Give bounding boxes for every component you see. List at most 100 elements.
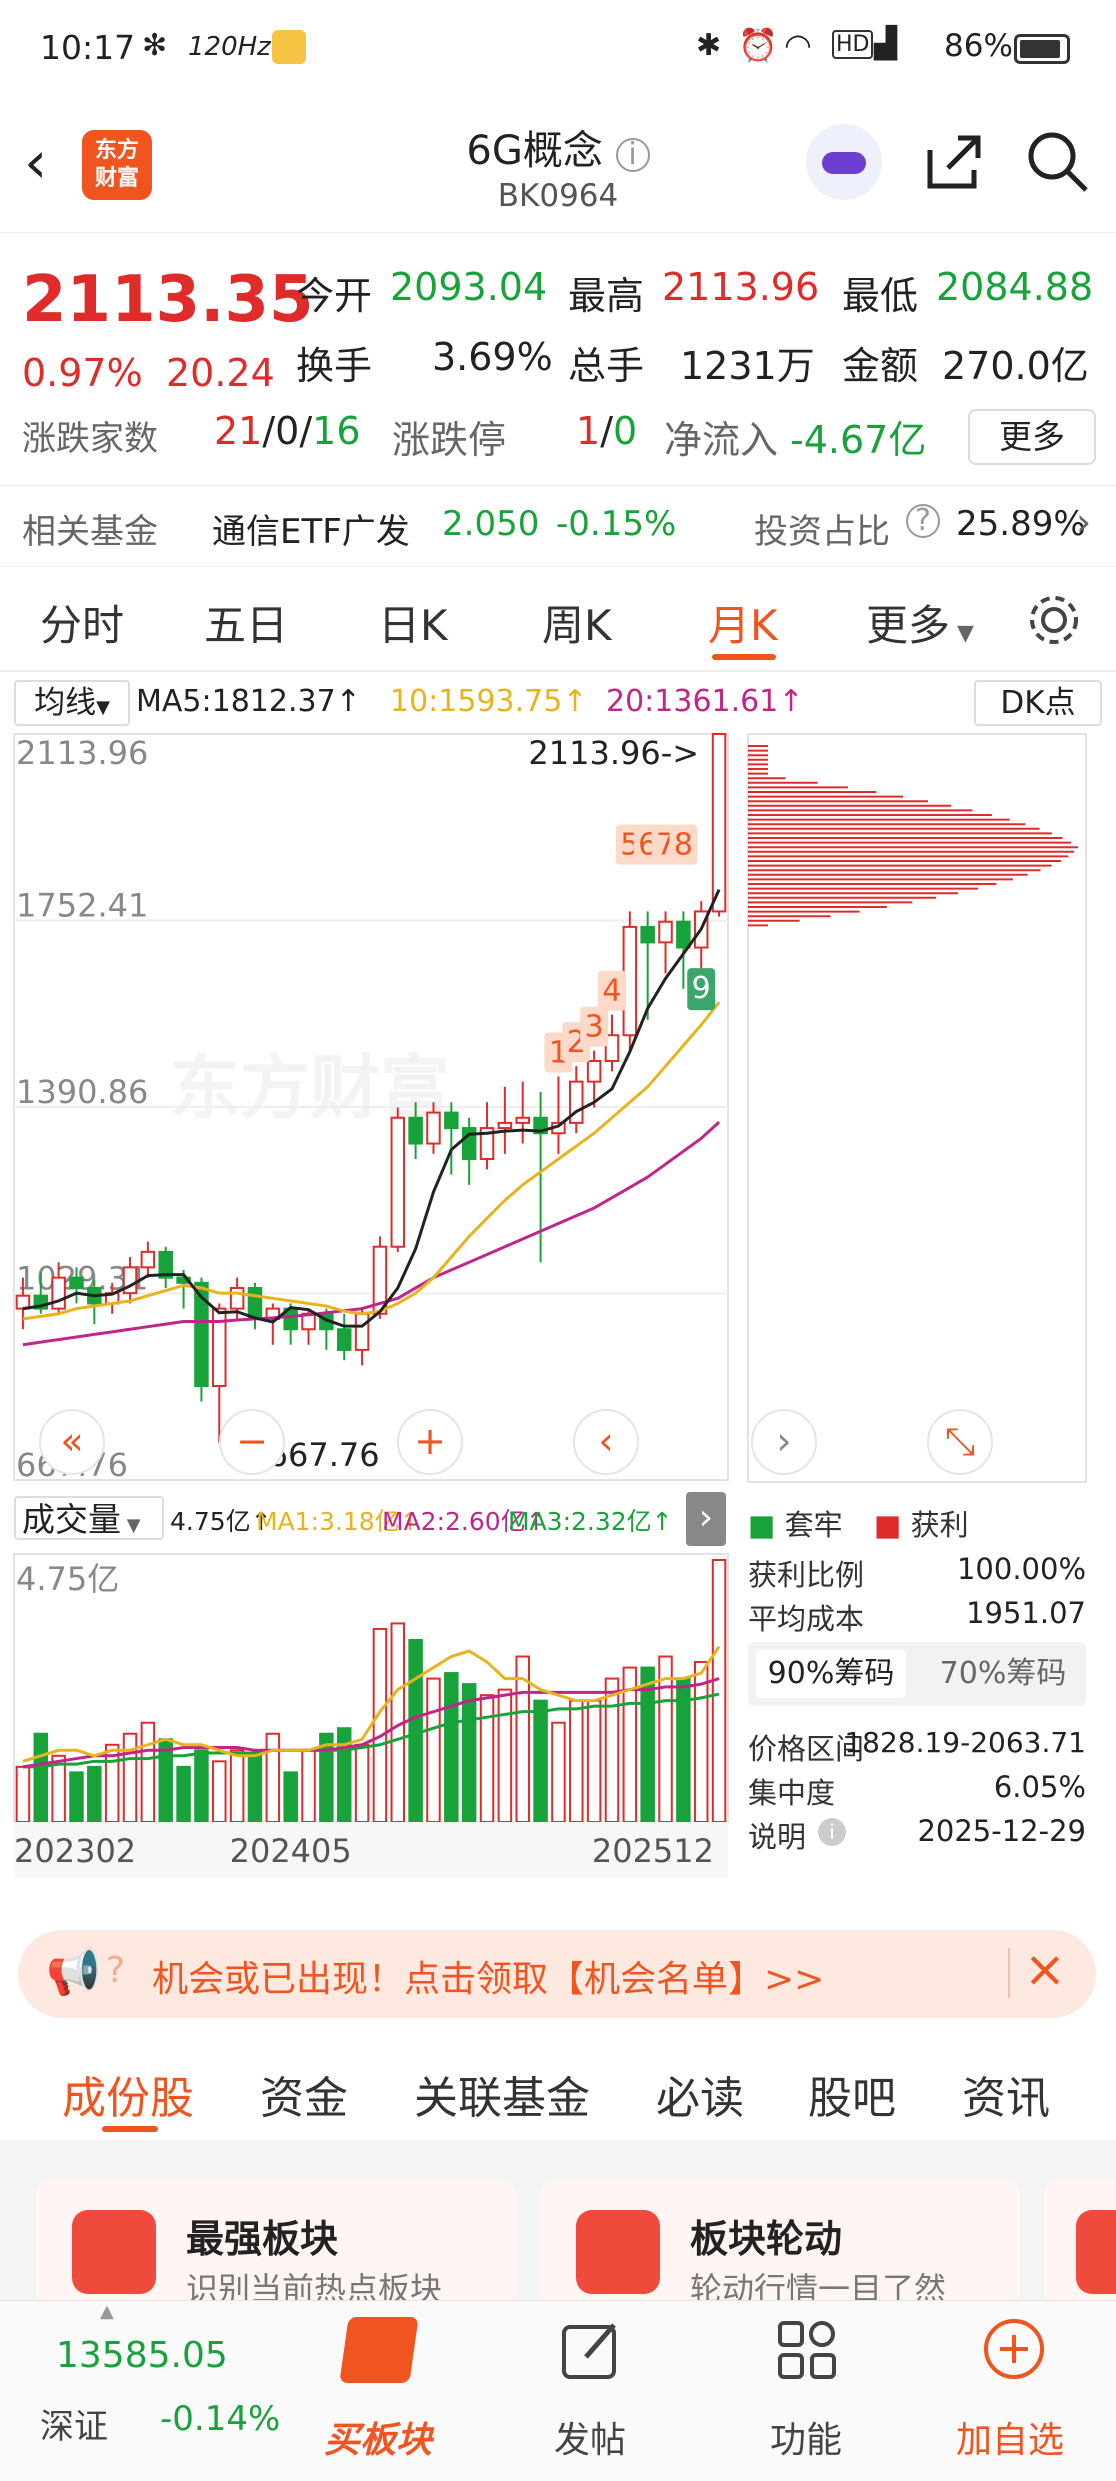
alarm-icon: ⏰ [738, 26, 778, 64]
plus-circle-icon [984, 2319, 1044, 2379]
tab-funds-flow[interactable]: 资金 [260, 2062, 348, 2126]
fullscreen-icon[interactable]: ⤡ [945, 1419, 975, 1463]
buy-sector-button[interactable]: 买板块 [320, 2301, 440, 2481]
vol-ma2-text: MA2:2.60亿 [382, 1507, 526, 1536]
index-pct[interactable]: -0.14% [160, 2399, 280, 2439]
y-tick-label: 2113.96 [16, 734, 148, 772]
chevron-right-icon[interactable]: › [776, 1419, 791, 1463]
candle-body [51, 1276, 66, 1310]
search-icon[interactable] [1024, 128, 1090, 194]
amount-label: 金额 [842, 344, 919, 388]
dk-label: DK点 [1000, 685, 1076, 721]
volume-bar [479, 1694, 495, 1823]
tab-must-read[interactable]: 必读 [656, 2062, 744, 2126]
trap-label: 套牢 [784, 1508, 843, 1542]
dk-point-button[interactable]: DK点 [974, 680, 1102, 726]
low-label: 最低 [842, 274, 919, 318]
close-icon[interactable]: × [1024, 1940, 1066, 1998]
candle-body [444, 1111, 459, 1130]
volume-bar [354, 1743, 370, 1823]
ma5-text: MA5:1812.37 [136, 684, 336, 719]
tab-daily-k[interactable]: 日K [378, 592, 448, 653]
ma-type-dropdown[interactable]: 均线▼ [14, 680, 130, 726]
volume-bar [194, 1749, 209, 1823]
candle-body [515, 1116, 530, 1124]
index-name[interactable]: 深证 [40, 2399, 108, 2448]
settings-icon[interactable] [1024, 590, 1084, 650]
chevron-left-icon[interactable]: ‹ [598, 1419, 613, 1463]
volume-bar [444, 1672, 459, 1823]
limit-up-count: 1 [576, 409, 601, 453]
candle-body [497, 1121, 513, 1130]
candle-body [711, 733, 727, 913]
chip-tab-bar: 90%筹码 70%筹码 [748, 1642, 1086, 1706]
flat-count: 0 [275, 409, 300, 453]
netflow-value: -4.67亿 [790, 418, 927, 462]
opportunity-banner[interactable]: 📢 ? 机会或已出现！点击领取【机会名单】>> × [18, 1930, 1096, 2018]
tab-constituents[interactable]: 成份股 [62, 2062, 194, 2126]
hd-icon: HD [832, 30, 874, 59]
volume-bar [212, 1760, 227, 1823]
caret-down-icon: ▼ [950, 621, 974, 646]
candle-body [640, 925, 655, 944]
vol-ma3: MA3:2.32亿↑ [508, 1507, 673, 1536]
volume-indicator-dropdown[interactable]: 成交量 ▼ [14, 1496, 164, 1540]
fund-price: 2.050 [442, 504, 540, 544]
volume-bar [265, 1732, 281, 1823]
ai-assistant-icon[interactable] [806, 124, 882, 200]
note-label: 说明 [748, 1820, 807, 1854]
ma10-label: 10:1593.75↑ [390, 684, 588, 719]
tab-monthly-k[interactable]: 月K [708, 592, 778, 653]
price-range-value: 1828.19-2063.71 [844, 1726, 1086, 1759]
y-tick-label: 1752.41 [16, 887, 148, 925]
card-partial[interactable] [1044, 2180, 1116, 2320]
info-icon[interactable]: i [615, 138, 650, 172]
tab-five-day[interactable]: 五日 [204, 592, 288, 653]
tab-more[interactable]: 更多 ▼ [866, 592, 974, 653]
ratio-value: 25.89% [956, 504, 1086, 544]
kline-chart-area: 东方财富2113.961752.411390.861029.31667.7621… [0, 672, 1116, 1912]
ratio-label: 投资占比 [754, 512, 890, 552]
header: ‹ 东方 财富 6G概念 i BK0964 [0, 100, 1116, 230]
chip-tab-70[interactable]: 70%筹码 [928, 1650, 1078, 1698]
add-watchlist-button[interactable]: 加自选 [950, 2301, 1080, 2481]
high-value: 2113.96 [662, 265, 820, 309]
expand-indicator-button[interactable]: › [686, 1492, 726, 1546]
tab-forum[interactable]: 股吧 [808, 2062, 896, 2126]
volume-max-label: 4.75亿 [16, 1560, 119, 1598]
chip-tab-90[interactable]: 90%筹码 [756, 1650, 906, 1698]
tab-news[interactable]: 资讯 [962, 2062, 1050, 2126]
signal-icon: ▟ [874, 26, 898, 61]
buy-sector-icon [339, 2317, 419, 2383]
status-time: 10:17 [40, 28, 136, 67]
zoom-out-icon[interactable]: « [60, 1419, 83, 1463]
question-icon[interactable]: ? [906, 504, 940, 538]
candle-body [69, 1276, 84, 1289]
share-icon[interactable] [922, 130, 986, 194]
battery-icon [1014, 34, 1070, 64]
plus-icon[interactable]: + [414, 1419, 446, 1463]
card-strongest-sector[interactable]: 最强板块 识别当前热点板块 [36, 2180, 516, 2320]
tab-intraday[interactable]: 分时 [40, 592, 124, 653]
concentration-value: 6.05% [993, 1770, 1086, 1804]
more-button[interactable]: 更多 [968, 409, 1096, 465]
card-sector-rotation[interactable]: 板块轮动 轮动行情一目了然 [540, 2180, 1020, 2320]
info-icon[interactable]: i [818, 1818, 846, 1846]
netflow-label: 净流入 [664, 418, 779, 462]
edit-icon [562, 2323, 616, 2379]
index-value[interactable]: 13585.05 [56, 2335, 228, 2376]
x-tick-label: 202302 [14, 1832, 136, 1870]
profit-ratio-value: 100.00% [956, 1552, 1086, 1586]
related-fund-row[interactable]: 相关基金 通信ETF广发 2.050 -0.15% 投资占比 ? 25.89% … [0, 485, 1116, 567]
functions-button[interactable]: 功能 [756, 2301, 856, 2481]
active-subtab-indicator [102, 2126, 158, 2132]
tab-related-funds[interactable]: 关联基金 [414, 2062, 590, 2126]
candle-body [354, 1312, 370, 1351]
candle-body [658, 920, 673, 944]
bottom-bar: 13585.05 深证 -0.14% ▲ 买板块 发帖 功能 加自选 [0, 2300, 1116, 2481]
post-button[interactable]: 发帖 [540, 2301, 640, 2481]
minus-icon[interactable]: − [236, 1419, 268, 1463]
trap-swatch: ■ [748, 1508, 776, 1542]
change-value: 20.24 [166, 351, 275, 395]
tab-weekly-k[interactable]: 周K [542, 592, 612, 653]
